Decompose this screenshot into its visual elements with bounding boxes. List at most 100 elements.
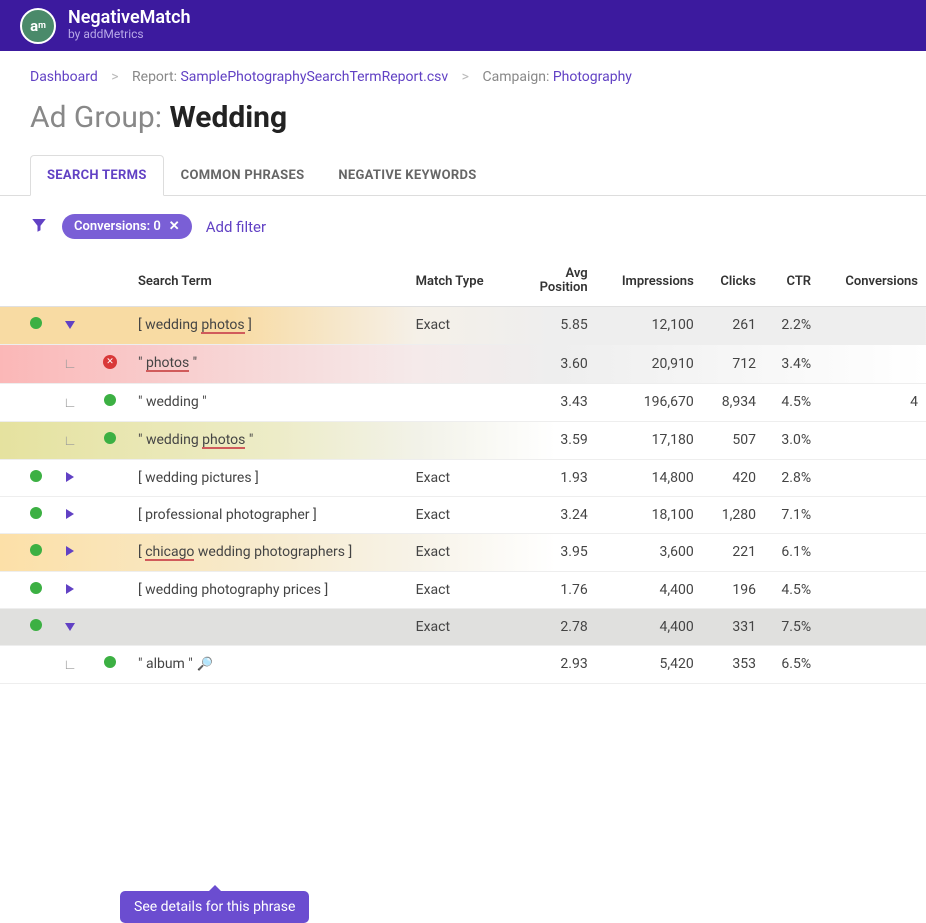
app-header: am NegativeMatch by addMetrics [0, 0, 926, 51]
breadcrumb-campaign-prefix: Campaign: [482, 69, 552, 85]
table-row[interactable]: [ chicago wedding photographers ]Exact3.… [0, 533, 926, 571]
term-text: " wedding [138, 432, 202, 448]
table-header-row: Search Term Match Type Avg Position Impr… [0, 257, 926, 306]
indent-marker: ∟ [63, 433, 77, 449]
impressions-cell: 14,800 [596, 459, 702, 496]
table-row[interactable]: ∟" wedding photos "3.5917,1805073.0% [0, 421, 926, 459]
table-row[interactable]: [ wedding pictures ]Exact1.9314,8004202.… [0, 459, 926, 496]
expand-icon[interactable] [66, 509, 74, 519]
page-title: Ad Group: Wedding [0, 85, 926, 155]
term-text: wedding photographers ] [194, 544, 352, 560]
table-row[interactable]: ∟" wedding "3.43196,6708,9344.5%4 [0, 383, 926, 421]
clicks-cell: 8,934 [702, 383, 764, 421]
term-text: [ wedding pictures ] [138, 470, 259, 486]
breadcrumb-report-prefix: Report: [132, 69, 180, 85]
term-text: ] [245, 317, 252, 333]
search-term-cell[interactable]: [ chicago wedding photographers ] [130, 533, 408, 571]
conversions-cell [819, 306, 926, 344]
col-search-term[interactable]: Search Term [130, 257, 408, 306]
term-text: [ [138, 544, 145, 560]
breadcrumb-sep: > [462, 69, 469, 85]
page-title-entity: Wedding [169, 100, 287, 135]
avg-position-cell: 3.43 [509, 383, 596, 421]
table-row[interactable]: [ professional photographer ]Exact3.2418… [0, 496, 926, 533]
col-conversions[interactable]: Conversions [819, 257, 926, 306]
app-title: NegativeMatch [68, 9, 191, 27]
tab-common-phrases[interactable]: COMMON PHRASES [164, 155, 322, 195]
status-dot-green [30, 582, 42, 594]
add-filter-button[interactable]: Add filter [206, 218, 266, 236]
expand-icon[interactable] [66, 546, 74, 556]
table-row[interactable]: ∟" photos "3.6020,9107123.4% [0, 344, 926, 383]
ctr-cell: 2.2% [764, 306, 819, 344]
avg-position-cell: 2.78 [509, 608, 596, 645]
col-match-type[interactable]: Match Type [408, 257, 509, 306]
clicks-cell: 221 [702, 533, 764, 571]
term-highlighted: chicago [145, 545, 194, 561]
filter-bar: Conversions: 0 ✕ Add filter [0, 196, 926, 257]
ctr-cell: 4.5% [764, 571, 819, 608]
col-ctr[interactable]: CTR [764, 257, 819, 306]
match-type-cell: Exact [408, 533, 509, 571]
search-term-cell[interactable]: [ professional photographer ] [130, 496, 408, 533]
search-term-cell[interactable]: " wedding " [130, 383, 408, 421]
status-dot-red [103, 355, 117, 369]
term-text: [ wedding [138, 317, 201, 333]
expand-icon[interactable] [66, 472, 74, 482]
breadcrumb-campaign[interactable]: Photography [553, 69, 632, 85]
content: Search Term Match Type Avg Position Impr… [0, 257, 926, 684]
logo-letter: a [30, 17, 38, 35]
ctr-cell: 6.1% [764, 533, 819, 571]
avg-position-cell: 3.60 [509, 344, 596, 383]
app-title-block: NegativeMatch by addMetrics [68, 9, 191, 43]
collapse-icon[interactable] [65, 623, 75, 631]
collapse-icon[interactable] [65, 321, 75, 329]
col-avg-position[interactable]: Avg Position [509, 257, 596, 306]
table-row[interactable]: ∟" album "🔍2.935,4203536.5% [0, 645, 926, 683]
clicks-cell: 507 [702, 421, 764, 459]
tooltip-see-details: See details for this phrase [120, 891, 309, 923]
impressions-cell: 5,420 [596, 645, 702, 683]
term-text: [ professional photographer ] [138, 507, 317, 523]
term-text: " wedding " [138, 394, 207, 410]
avg-position-cell: 5.85 [509, 306, 596, 344]
table-row[interactable]: Exact2.784,4003317.5% [0, 608, 926, 645]
filter-icon[interactable] [30, 216, 48, 238]
table-row[interactable]: [ wedding photography prices ]Exact1.764… [0, 571, 926, 608]
breadcrumb-dashboard[interactable]: Dashboard [30, 69, 98, 85]
status-dot-green [104, 394, 116, 406]
search-term-cell[interactable]: " album "🔍 [130, 645, 408, 683]
search-term-cell[interactable]: " photos " [130, 344, 408, 383]
match-type-cell [408, 421, 509, 459]
avg-position-cell: 1.93 [509, 459, 596, 496]
search-term-cell[interactable]: [ wedding photography prices ] [130, 571, 408, 608]
filter-pill-conversions[interactable]: Conversions: 0 ✕ [62, 214, 192, 239]
col-toggle [50, 257, 90, 306]
conversions-cell: 4 [819, 383, 926, 421]
conversions-cell [819, 645, 926, 683]
impressions-cell: 196,670 [596, 383, 702, 421]
match-type-cell: Exact [408, 608, 509, 645]
impressions-cell: 4,400 [596, 608, 702, 645]
clicks-cell: 353 [702, 645, 764, 683]
clicks-cell: 196 [702, 571, 764, 608]
expand-icon[interactable] [66, 584, 74, 594]
search-term-cell[interactable]: " wedding photos " [130, 421, 408, 459]
clicks-cell: 1,280 [702, 496, 764, 533]
search-term-cell[interactable]: [ wedding pictures ] [130, 459, 408, 496]
table-row[interactable]: [ wedding photos ]Exact5.8512,1002612.2% [0, 306, 926, 344]
ctr-cell: 6.5% [764, 645, 819, 683]
col-impressions[interactable]: Impressions [596, 257, 702, 306]
search-term-cell[interactable] [130, 608, 408, 645]
breadcrumb-report[interactable]: SamplePhotographySearchTermReport.csv [180, 69, 448, 85]
status-dot-green [30, 470, 42, 482]
tab-search-terms[interactable]: SEARCH TERMS [30, 155, 164, 196]
filter-pill-remove-icon[interactable]: ✕ [169, 219, 180, 234]
col-clicks[interactable]: Clicks [702, 257, 764, 306]
breadcrumb-sep: > [111, 69, 118, 85]
ctr-cell: 2.8% [764, 459, 819, 496]
avg-position-cell: 3.95 [509, 533, 596, 571]
tab-negative-keywords[interactable]: NEGATIVE KEYWORDS [321, 155, 493, 195]
search-term-cell[interactable]: [ wedding photos ] [130, 306, 408, 344]
search-icon[interactable]: 🔍 [197, 657, 213, 672]
